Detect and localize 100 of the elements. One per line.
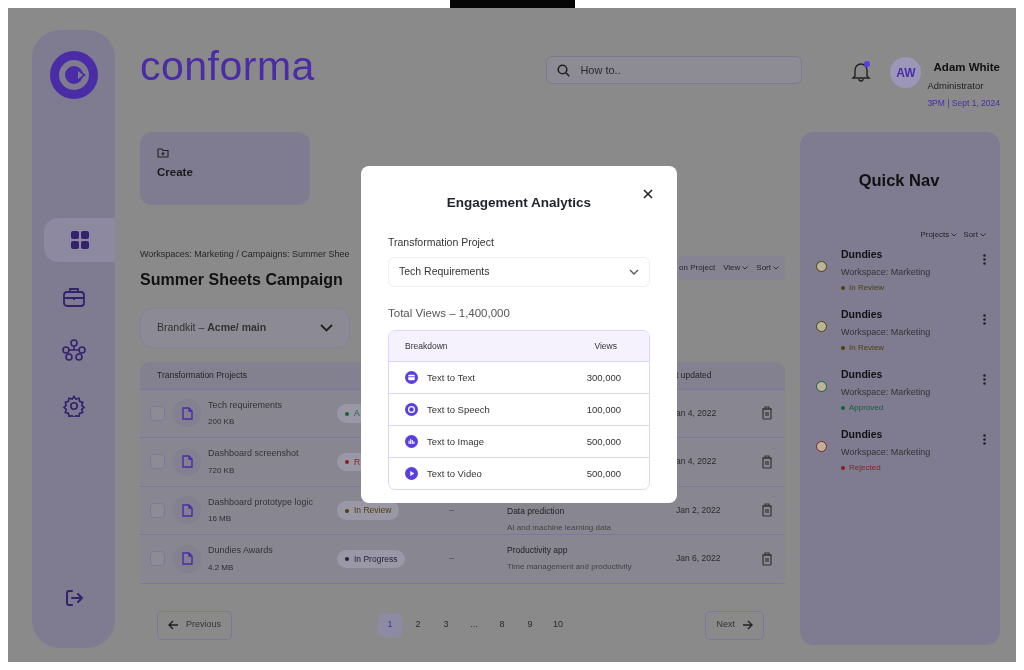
breakdown-label: Text to Speech bbox=[427, 402, 490, 417]
toolbar-dropdown[interactable]: Sort bbox=[756, 262, 779, 274]
chevron-down-icon bbox=[629, 269, 639, 275]
breakdown-label: Text to Video bbox=[427, 466, 482, 481]
description-text: Time management and productivity bbox=[507, 561, 633, 574]
workspace-label: Workspace: Marketing bbox=[841, 385, 932, 399]
project-name: Dundies bbox=[841, 306, 884, 322]
date-cell-text: an 4, 2022 bbox=[675, 406, 718, 420]
date-cell-text: Jan 2, 2022 bbox=[675, 503, 722, 517]
field-label: Transformation Project bbox=[388, 235, 495, 251]
file-icon bbox=[173, 496, 201, 525]
status-circle bbox=[816, 320, 827, 332]
column-header: Breakdown bbox=[405, 339, 448, 353]
previous-button[interactable]: Previous bbox=[157, 610, 232, 640]
workspace-label: Workspace: Marketing bbox=[841, 325, 932, 339]
status-label: In Review bbox=[849, 342, 885, 354]
create-card[interactable]: Create bbox=[140, 132, 310, 205]
caret-icon bbox=[773, 266, 779, 270]
file-size: 4.2 MB bbox=[208, 561, 235, 574]
caret-icon bbox=[980, 232, 986, 237]
workspace-label: Workspace: Marketing bbox=[841, 445, 932, 459]
more-options-icon[interactable] bbox=[983, 313, 986, 326]
file-size: 16 MB bbox=[208, 513, 233, 525]
status-badge: In Review bbox=[337, 501, 400, 520]
page-number[interactable]: 2 bbox=[406, 613, 430, 637]
status-circle bbox=[816, 260, 827, 272]
page-number[interactable]: 3 bbox=[434, 613, 458, 637]
caret-icon bbox=[951, 232, 958, 237]
page-number[interactable]: 9 bbox=[518, 613, 542, 637]
logo-wordmark: conforma bbox=[140, 46, 315, 87]
file-icon bbox=[173, 399, 201, 428]
description-text: AI and machine learning data bbox=[507, 521, 613, 534]
user-role: Administrator bbox=[927, 79, 984, 94]
document-icon bbox=[405, 371, 418, 385]
page-number[interactable]: 1 bbox=[378, 613, 402, 637]
delete-trash-icon[interactable] bbox=[760, 406, 773, 421]
more-options-icon[interactable] bbox=[983, 373, 986, 386]
nav-item[interactable] bbox=[44, 218, 115, 262]
description-title: Productivity app bbox=[507, 544, 569, 558]
table-cell-text: – bbox=[448, 503, 455, 517]
timestamp: 3PM | Sept 1, 2024 bbox=[927, 96, 1000, 110]
search-field[interactable]: How to.. bbox=[546, 56, 803, 84]
modal-title: Engagement Analytics bbox=[445, 194, 593, 212]
network-icon bbox=[61, 339, 86, 361]
filter-dropdown[interactable]: Projects bbox=[920, 228, 958, 241]
page-number[interactable]: ... bbox=[462, 613, 486, 637]
file-size: 200 KB bbox=[208, 416, 236, 428]
workspace-label: Workspace: Marketing bbox=[841, 265, 932, 279]
breakdown-label: Text to Image bbox=[427, 434, 485, 449]
project-name: Dundies bbox=[841, 366, 884, 382]
status-label: Approved bbox=[849, 402, 884, 414]
file-name: Dashboard prototype logic bbox=[208, 495, 314, 509]
date-cell-text: an 4, 2022 bbox=[675, 455, 718, 469]
avatar: AW bbox=[890, 57, 922, 88]
chevron-down-icon bbox=[320, 323, 333, 332]
file-icon bbox=[173, 544, 201, 573]
user-name: Adam White bbox=[933, 60, 1000, 75]
delete-trash-icon[interactable] bbox=[760, 551, 773, 566]
column-header: Transformation Projects bbox=[156, 368, 248, 382]
file-name: Dashboard screenshot bbox=[208, 447, 299, 460]
file-icon bbox=[173, 447, 201, 476]
toolbar-dropdown[interactable]: View bbox=[723, 262, 749, 274]
circle-icon bbox=[405, 403, 418, 417]
file-name: Tech requirements bbox=[208, 398, 283, 412]
description-title: Data prediction bbox=[507, 504, 566, 518]
status-circle bbox=[816, 440, 827, 452]
next-button[interactable]: Next bbox=[705, 610, 764, 640]
views-count: 500,000 bbox=[586, 466, 621, 481]
page-number[interactable]: 8 bbox=[490, 613, 514, 637]
breakdown-label: Text to Text bbox=[427, 370, 475, 385]
settings-icon bbox=[62, 395, 85, 417]
breadcrumb: Workspaces: Marketing / Campaigns: Summer Shee bbox=[140, 248, 350, 261]
panel-title: Quick Nav bbox=[857, 170, 941, 191]
more-options-icon[interactable] bbox=[983, 433, 986, 446]
page-title: Summer Sheets Campaign bbox=[140, 269, 344, 290]
arrow-left-icon bbox=[168, 620, 179, 630]
column-header: Views bbox=[594, 339, 617, 353]
project-select[interactable]: Tech Requirements bbox=[388, 257, 650, 287]
toolbar-dropdown[interactable]: on Project bbox=[679, 262, 716, 274]
play-icon bbox=[405, 467, 418, 481]
delete-trash-icon[interactable] bbox=[760, 454, 773, 469]
project-name: Dundies bbox=[841, 246, 884, 262]
date-cell-text: Jan 6, 2022 bbox=[675, 552, 722, 566]
views-count: 500,000 bbox=[586, 434, 621, 449]
total-views: Total Views – 1,400,000 bbox=[388, 306, 511, 321]
logo-icon bbox=[49, 51, 98, 99]
file-size: 720 KB bbox=[208, 464, 236, 477]
status-badge: In Progress bbox=[337, 549, 406, 569]
filter-dropdown[interactable]: Sort bbox=[963, 228, 986, 241]
page-number[interactable]: 10 bbox=[546, 613, 570, 637]
close-icon[interactable] bbox=[643, 189, 653, 199]
arrow-right-icon bbox=[742, 620, 753, 630]
brandkit-select[interactable]: Brandkit – Acme/ main bbox=[140, 307, 350, 348]
project-name: Dundies bbox=[841, 426, 884, 442]
file-name: Dundies Awards bbox=[208, 544, 273, 557]
delete-trash-icon[interactable] bbox=[760, 503, 773, 518]
folder-plus-icon bbox=[157, 147, 169, 158]
notification-bell-icon[interactable] bbox=[850, 60, 873, 82]
status-circle bbox=[816, 380, 827, 392]
more-options-icon[interactable] bbox=[983, 253, 986, 266]
